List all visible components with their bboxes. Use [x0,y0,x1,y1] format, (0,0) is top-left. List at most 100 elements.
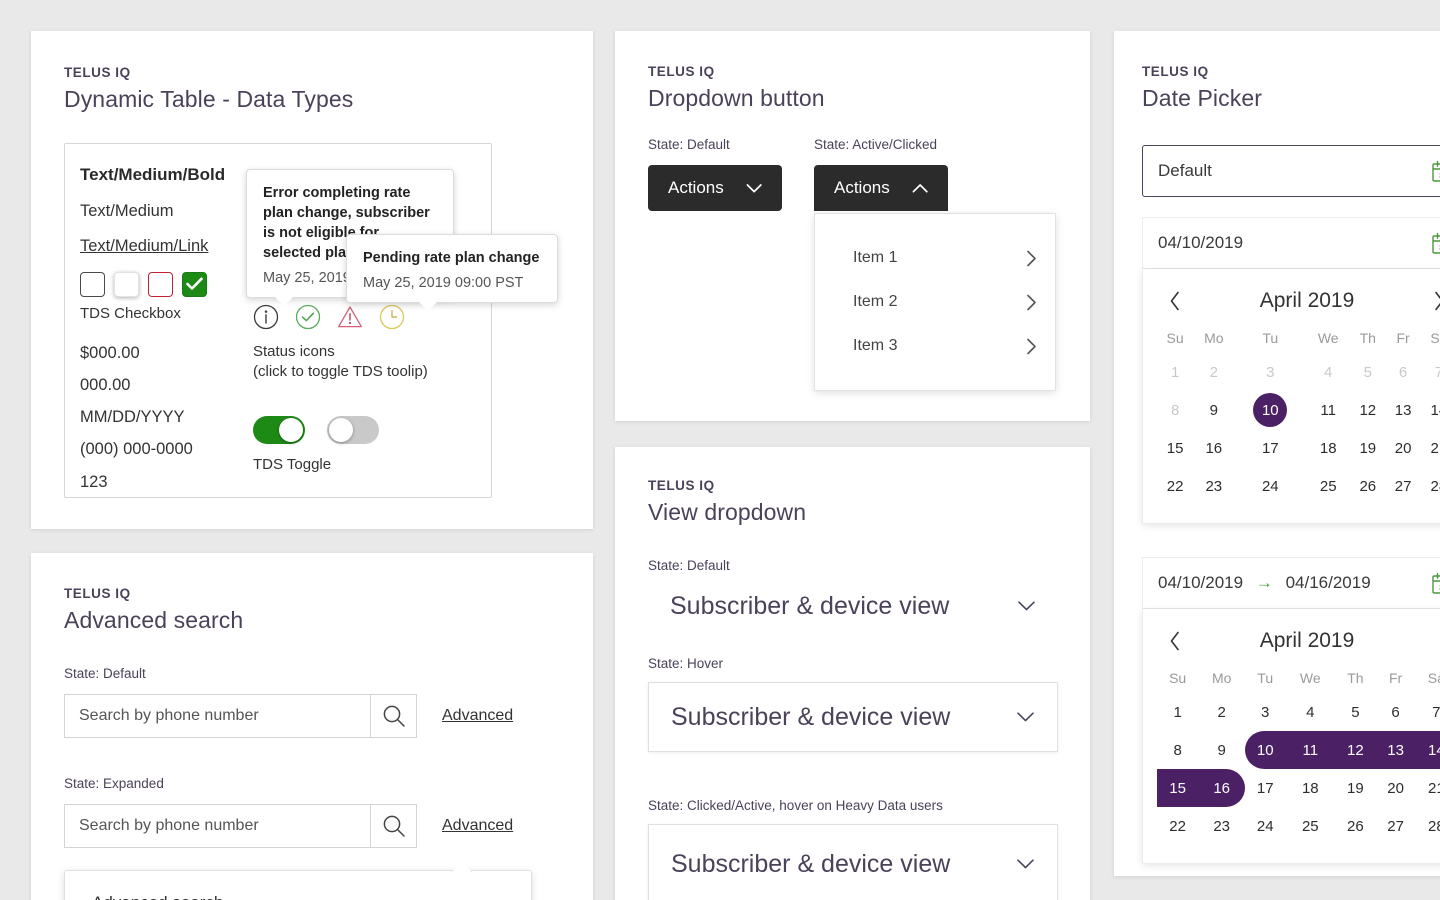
advanced-link-expanded[interactable]: Advanced [442,817,513,835]
checkbox-hover[interactable] [114,272,139,297]
calendar-day-cell[interactable]: 21 [1416,769,1440,807]
calendar-weekday: Su [1157,663,1198,693]
menu-item-3[interactable]: Item 3 [815,324,1055,368]
calendar-day-cell[interactable]: 20 [1385,429,1420,467]
calendar-day-label: 16 [1193,429,1234,467]
calendar-day-cell[interactable]: 22 [1157,807,1198,845]
calendar-day-cell[interactable]: 28 [1416,807,1440,845]
search-input[interactable] [64,694,370,738]
calendar-day-cell[interactable]: 11 [1285,731,1335,769]
calendar-day-cell[interactable]: 25 [1306,467,1350,505]
calendar-day-cell[interactable]: 12 [1335,731,1375,769]
calendar-day-cell[interactable]: 1 [1157,693,1198,731]
toggle-on[interactable] [253,416,305,444]
calendar-day-cell[interactable]: 27 [1385,467,1420,505]
calendar-weekday: We [1306,323,1350,353]
calendar-day-cell[interactable]: 26 [1350,467,1385,505]
actions-button-active[interactable]: Actions [814,165,948,211]
calendar-day-cell[interactable]: 28 [1421,467,1440,505]
check-circle-icon[interactable] [295,304,321,330]
calendar-31-icon[interactable]: 31 [1431,160,1440,183]
checkbox-checked[interactable] [182,272,207,297]
calendar-day-cell[interactable]: 9 [1193,391,1234,429]
calendar-day-cell[interactable]: 14 [1416,731,1440,769]
calendar-day-label: 28 [1421,467,1440,505]
toggle-row [253,416,483,444]
calendar-day-cell[interactable]: 9 [1198,731,1245,769]
calendar-day-label: 13 [1385,391,1420,429]
calendar-day-cell[interactable]: 22 [1157,467,1193,505]
checkbox-default[interactable] [80,272,105,297]
calendar-day-cell[interactable]: 20 [1376,769,1416,807]
info-icon[interactable] [253,304,279,330]
menu-item-2[interactable]: Item 2 [815,280,1055,324]
advanced-link-default[interactable]: Advanced [442,707,513,725]
calendar-day-cell[interactable]: 26 [1335,807,1375,845]
clock-pending-icon[interactable] [379,304,405,330]
search-button[interactable] [370,694,417,738]
date-field-range[interactable]: 04/10/2019 → 04/16/2019 31 [1142,557,1440,609]
view-select-default[interactable]: Subscriber & device view [648,583,1058,629]
calendar-day-label: 22 [1157,807,1198,845]
calendar-day-cell[interactable]: 11 [1306,391,1350,429]
calendar-day-cell[interactable]: 8 [1157,731,1198,769]
calendar-day-cell[interactable]: 15 [1157,769,1198,807]
calendar-weekday-row: SuMoTuWeThFrSa [1157,663,1440,693]
calendar-day-cell[interactable]: 4 [1285,693,1335,731]
calendar-day-cell[interactable]: 7 [1416,693,1440,731]
calendar-31-icon[interactable]: 31 [1431,572,1440,595]
view-select-active[interactable]: Subscriber & device view [648,824,1058,900]
calendar-day-cell[interactable]: 25 [1285,807,1335,845]
calendar-day-cell[interactable]: 13 [1385,391,1420,429]
calendar-day-cell[interactable]: 18 [1285,769,1335,807]
view-select-hover[interactable]: Subscriber & device view [648,682,1058,752]
calendar-prev-month-button[interactable] [1169,631,1181,651]
calendar-day-cell[interactable]: 24 [1245,807,1285,845]
calendar-day-cell[interactable]: 10 [1234,391,1306,429]
calendar-day-cell[interactable]: 16 [1198,769,1245,807]
calendar-day-label: 20 [1385,429,1420,467]
calendar-day-cell[interactable]: 27 [1376,807,1416,845]
warning-triangle-icon[interactable] [337,304,363,330]
calendar-day-cell[interactable]: 2 [1198,693,1245,731]
checkbox-error[interactable] [148,272,173,297]
chevron-down-icon [1016,711,1035,723]
calendar-31-icon[interactable]: 31 [1431,232,1440,255]
calendar-day-cell[interactable]: 23 [1193,467,1234,505]
toggle-off[interactable] [327,416,379,444]
calendar-month-label: April 2019 [1260,629,1355,653]
calendar-prev-month-button[interactable] [1169,291,1181,311]
date-field-default[interactable]: Default 31 [1142,145,1440,197]
calendar-weekday: We [1285,663,1335,693]
search-input[interactable] [64,804,370,848]
calendar-day-cell[interactable]: 24 [1234,467,1306,505]
calendar-day-cell[interactable]: 19 [1350,429,1385,467]
calendar-day-cell[interactable]: 17 [1245,769,1285,807]
calendar-day-cell[interactable]: 10 [1245,731,1285,769]
calendar-day-cell[interactable]: 6 [1376,693,1416,731]
card-date-picker: TELUS IQ Date Picker Default 31 04/10/20… [1114,31,1440,876]
calendar-day-cell[interactable]: 21 [1421,429,1440,467]
calendar-day-label: 16 [1198,769,1245,807]
date-field-single[interactable]: 04/10/2019 31 [1142,217,1440,269]
calendar-day-cell[interactable]: 16 [1193,429,1234,467]
calendar-day-label: 19 [1350,429,1385,467]
calendar-next-month-button[interactable] [1433,291,1440,311]
menu-item-1[interactable]: Item 1 [815,236,1055,280]
calendar-day-cell[interactable]: 14 [1421,391,1440,429]
search-button[interactable] [370,804,417,848]
calendar-day-cell[interactable]: 17 [1234,429,1306,467]
calendar-day-cell[interactable]: 12 [1350,391,1385,429]
calendar-day-cell[interactable]: 18 [1306,429,1350,467]
calendar-day-cell[interactable]: 5 [1335,693,1375,731]
calendar-day-cell[interactable]: 15 [1157,429,1193,467]
calendar-day-cell[interactable]: 3 [1245,693,1285,731]
actions-button-default[interactable]: Actions [648,165,782,211]
calendar-day-label: 2 [1198,693,1245,731]
chevron-down-icon [1016,858,1035,870]
actions-dropdown-menu: Item 1 Item 2 Item 3 [814,213,1056,391]
calendar-day-cell[interactable]: 23 [1198,807,1245,845]
calendar-day-cell[interactable]: 13 [1376,731,1416,769]
actions-button-label: Actions [834,178,890,198]
calendar-day-cell[interactable]: 19 [1335,769,1375,807]
